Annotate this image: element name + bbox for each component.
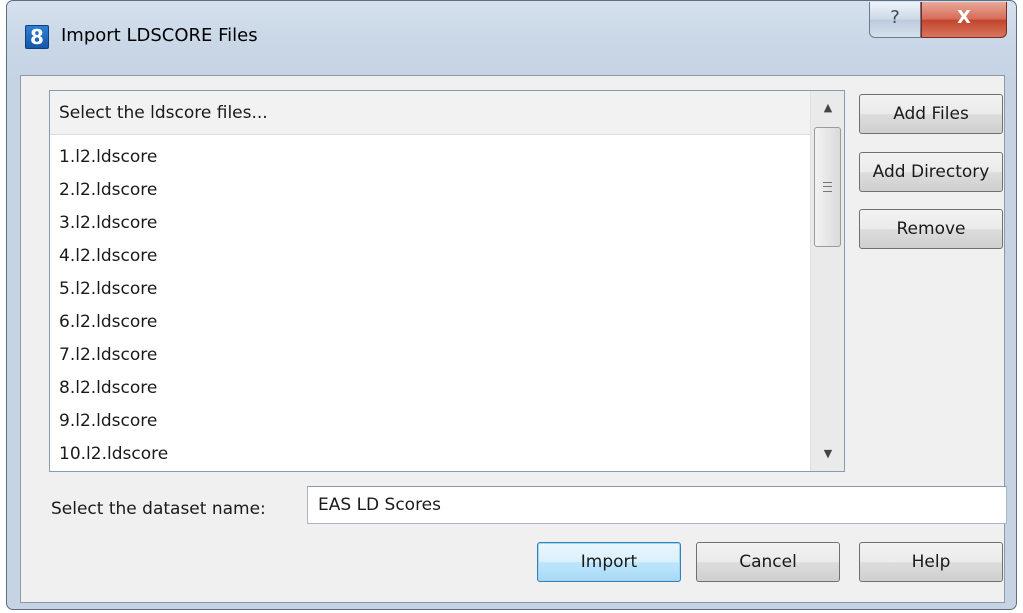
list-header: Select the ldscore files... xyxy=(50,91,810,135)
vertical-scrollbar[interactable]: ▲ ▼ xyxy=(810,91,844,471)
close-caption-button[interactable]: X xyxy=(921,2,1007,38)
window-title: Import LDSCORE Files xyxy=(61,25,258,46)
app-icon: 8 xyxy=(25,25,49,49)
scroll-thumb[interactable] xyxy=(814,127,841,247)
list-item[interactable]: 1.l2.ldscore xyxy=(59,141,157,174)
question-mark-icon: ? xyxy=(890,7,900,28)
import-button[interactable]: Import xyxy=(537,542,681,582)
import-ldscore-dialog: 8 Import LDSCORE Files ? X Select the ld… xyxy=(0,0,1023,613)
list-item[interactable]: 10.l2.ldscore xyxy=(59,438,168,471)
remove-button[interactable]: Remove xyxy=(859,209,1003,249)
cancel-button[interactable]: Cancel xyxy=(696,542,840,582)
list-item[interactable]: 6.l2.ldscore xyxy=(59,306,157,339)
window-frame: 8 Import LDSCORE Files ? X Select the ld… xyxy=(6,0,1017,610)
title-bar[interactable]: 8 Import LDSCORE Files ? X xyxy=(7,1,1016,75)
ldscore-file-list[interactable]: Select the ldscore files... 1.l2.ldscore… xyxy=(49,90,845,472)
list-item[interactable]: 7.l2.ldscore xyxy=(59,339,157,372)
scroll-down-arrow-icon[interactable]: ▼ xyxy=(811,437,845,471)
list-item[interactable]: 2.l2.ldscore xyxy=(59,174,157,207)
add-files-button[interactable]: Add Files xyxy=(859,94,1003,134)
dialog-client-area: Select the ldscore files... 1.l2.ldscore… xyxy=(20,75,1007,603)
help-button[interactable]: Help xyxy=(859,542,1003,582)
list-item[interactable]: 5.l2.ldscore xyxy=(59,273,157,306)
list-item[interactable]: 8.l2.ldscore xyxy=(59,372,157,405)
list-item[interactable]: 4.l2.ldscore xyxy=(59,240,157,273)
dataset-name-input[interactable]: EAS LD Scores xyxy=(307,486,1007,524)
dataset-name-label: Select the dataset name: xyxy=(51,499,266,519)
add-directory-button[interactable]: Add Directory xyxy=(859,152,1003,192)
help-caption-button[interactable]: ? xyxy=(869,2,921,38)
list-item[interactable]: 9.l2.ldscore xyxy=(59,405,157,438)
close-icon: X xyxy=(957,7,971,28)
thumb-grip-icon xyxy=(823,182,832,192)
list-item[interactable]: 3.l2.ldscore xyxy=(59,207,157,240)
scroll-up-arrow-icon[interactable]: ▲ xyxy=(811,91,845,125)
